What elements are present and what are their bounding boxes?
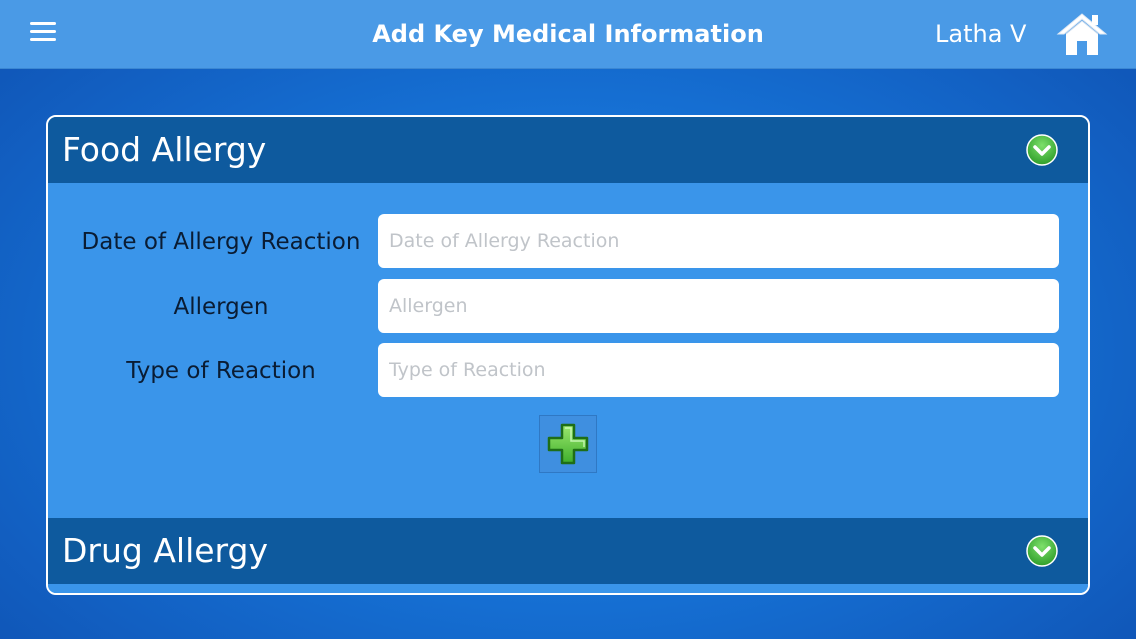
plus-icon <box>547 423 589 465</box>
allergen-input[interactable] <box>378 279 1059 333</box>
date-of-allergy-label: Date of Allergy Reaction <box>81 229 361 255</box>
chevron-down-icon[interactable] <box>1026 535 1058 567</box>
food-allergy-title: Food Allergy <box>62 130 267 169</box>
chevron-down-icon[interactable] <box>1026 134 1058 166</box>
form-row-date: Date of Allergy Reaction <box>48 214 1088 270</box>
type-of-reaction-label: Type of Reaction <box>126 358 316 384</box>
medical-info-panel: Food Allergy Date of Allergy Reaction Al… <box>46 115 1090 595</box>
home-icon <box>1056 13 1108 55</box>
top-bar: Add Key Medical Information Latha V <box>0 0 1136 69</box>
home-button[interactable] <box>1056 10 1108 58</box>
hamburger-menu-icon[interactable] <box>30 22 56 46</box>
allergen-label: Allergen <box>173 294 269 320</box>
form-row-reaction-type: Type of Reaction <box>48 343 1088 399</box>
user-name: Latha V <box>935 20 1027 48</box>
food-allergy-header[interactable]: Food Allergy <box>48 117 1088 183</box>
type-of-reaction-input[interactable] <box>378 343 1059 397</box>
drug-allergy-header[interactable]: Drug Allergy <box>48 518 1088 584</box>
panel-bottom-strip <box>48 584 1088 593</box>
add-food-allergy-button[interactable] <box>539 415 597 473</box>
date-of-allergy-input[interactable] <box>378 214 1059 268</box>
form-row-allergen: Allergen <box>48 279 1088 335</box>
drug-allergy-title: Drug Allergy <box>62 531 269 570</box>
